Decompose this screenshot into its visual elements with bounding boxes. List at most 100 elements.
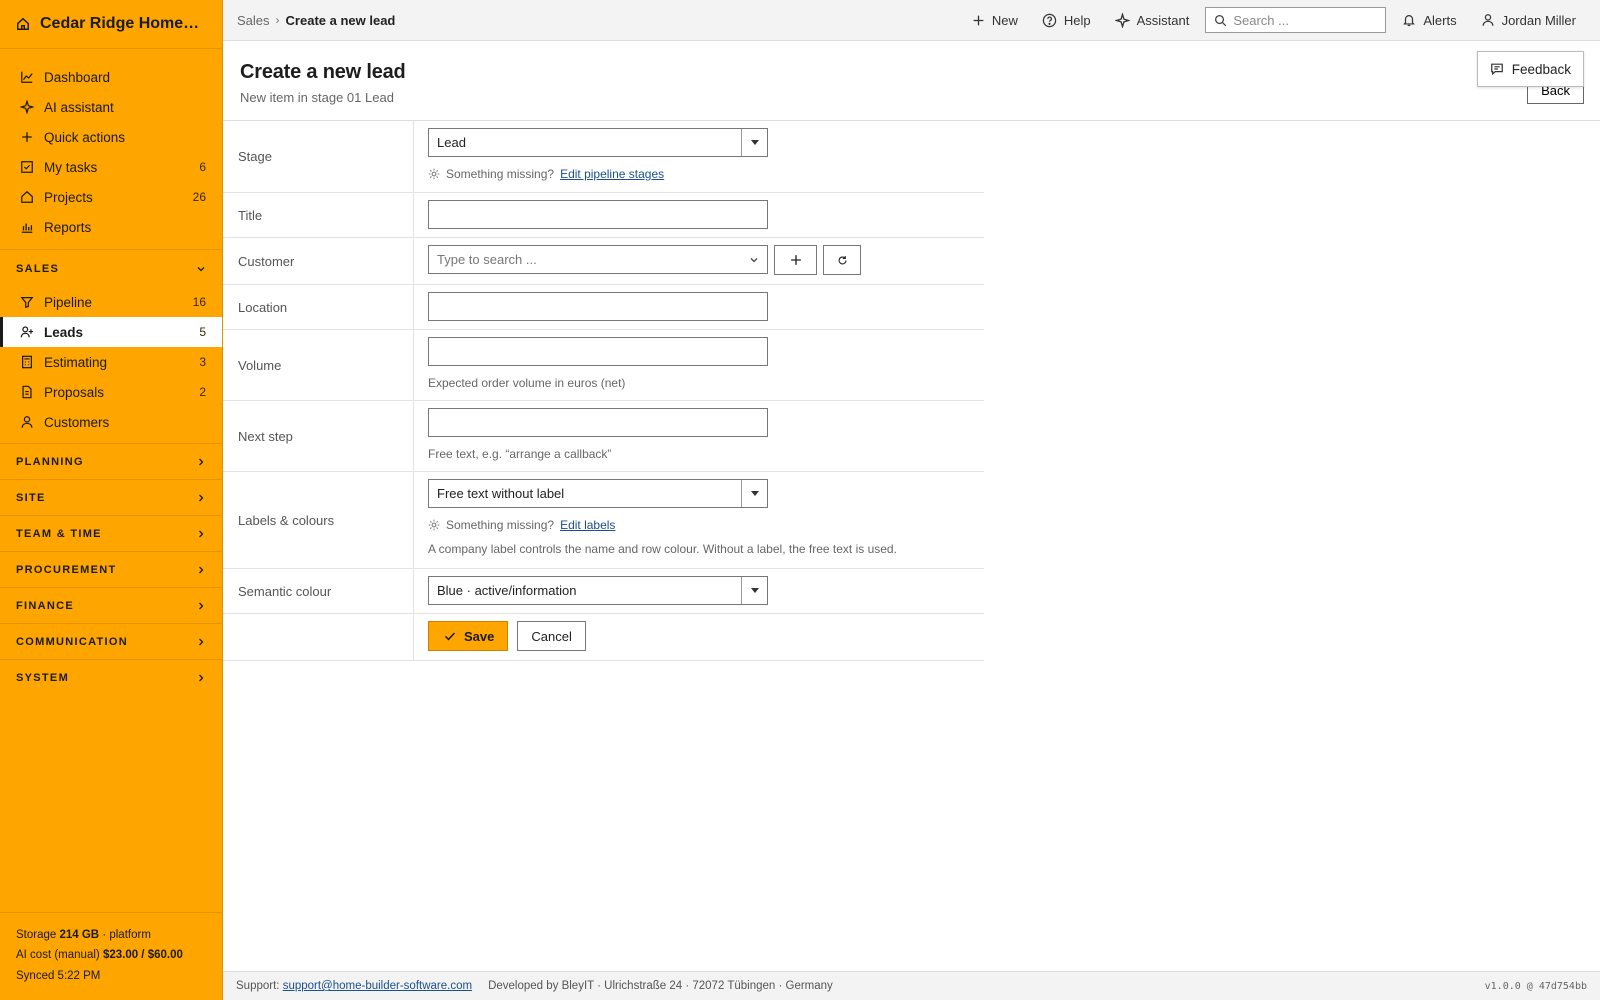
refresh-customers-button[interactable] — [823, 245, 861, 275]
volume-label: Volume — [223, 330, 414, 400]
chat-icon — [1490, 62, 1504, 76]
breadcrumb-parent[interactable]: Sales — [237, 13, 270, 28]
section-toggle-site[interactable]: SITE — [0, 479, 222, 515]
volume-control: Expected order volume in euros (net) — [414, 330, 984, 400]
section-title: SITE — [16, 491, 46, 504]
bell-icon — [1402, 13, 1416, 27]
section-toggle-team-time[interactable]: TEAM & TIME — [0, 515, 222, 551]
stage-hint: Something missing? Edit pipeline stages — [428, 167, 970, 181]
sidebar-item-projects[interactable]: Projects 26 — [0, 182, 222, 212]
customer-placeholder: Type to search ... — [437, 252, 537, 267]
check-icon — [444, 630, 456, 642]
search-input[interactable] — [1233, 12, 1374, 28]
sidebar-item-reports[interactable]: Reports — [0, 212, 222, 242]
refresh-icon — [837, 255, 848, 266]
storage-label: Storage — [16, 928, 57, 941]
edit-pipeline-stages-link[interactable]: Edit pipeline stages — [560, 167, 664, 181]
alerts-button[interactable]: Alerts — [1390, 0, 1468, 41]
gear-icon — [428, 168, 440, 180]
storage-suffix: · platform — [102, 928, 151, 941]
stage-select[interactable]: Lead — [428, 128, 768, 157]
sidebar-item-leads[interactable]: Leads 5 — [0, 317, 222, 347]
support-label: Support: — [236, 980, 280, 992]
chevron-right-icon — [196, 565, 206, 575]
checkbox-icon — [20, 160, 34, 174]
sparkle-icon — [20, 100, 34, 114]
location-label: Location — [223, 285, 414, 329]
stage-label: Stage — [223, 121, 414, 192]
search-box[interactable] — [1205, 7, 1387, 33]
sidebar-item-estimating[interactable]: Estimating 3 — [0, 347, 222, 377]
calculator-icon — [20, 355, 34, 369]
feedback-button[interactable]: Feedback — [1476, 51, 1584, 87]
save-button[interactable]: Save — [428, 621, 509, 651]
title-input[interactable] — [428, 200, 768, 229]
chevron-right-icon — [196, 601, 206, 611]
stage-row: Stage Lead Something missing? Edit pipel… — [223, 121, 984, 193]
volume-row: Volume Expected order volume in euros (n… — [223, 330, 984, 401]
sidebar-item-label: Customers — [44, 414, 110, 430]
semantic-colour-row: Semantic colour Blue · active/informatio… — [223, 569, 984, 614]
count-badge: 2 — [199, 385, 206, 399]
semantic-colour-select[interactable]: Blue · active/information — [428, 576, 768, 605]
sidebar-item-ai-assistant[interactable]: AI assistant — [0, 92, 222, 122]
stage-value: Lead — [437, 135, 466, 150]
sidebar-item-customers[interactable]: Customers — [0, 407, 222, 437]
save-label: Save — [464, 628, 495, 644]
sidebar-item-proposals[interactable]: Proposals 2 — [0, 377, 222, 407]
assistant-button[interactable]: Assistant — [1103, 0, 1202, 41]
section-toggle-planning[interactable]: PLANNING — [0, 443, 222, 479]
sidebar-item-pipeline[interactable]: Pipeline 16 — [0, 287, 222, 317]
location-row: Location — [223, 285, 984, 330]
sidebar-item-dashboard[interactable]: Dashboard — [0, 62, 222, 92]
document-icon — [20, 385, 34, 399]
sidebar-item-label: Leads — [44, 324, 84, 340]
edit-labels-link[interactable]: Edit labels — [560, 518, 615, 532]
chevron-right-icon — [196, 529, 206, 539]
section-toggle-system[interactable]: SYSTEM — [0, 659, 222, 695]
sidebar: Cedar Ridge Homes L... Dashboard AI assi… — [0, 0, 223, 1000]
next-step-note: Free text, e.g. “arrange a callback” — [428, 447, 612, 461]
semantic-colour-label: Semantic colour — [223, 569, 414, 613]
labels-hint-text: Something missing? — [446, 518, 555, 532]
labels-label: Labels & colours — [223, 472, 414, 568]
home-icon — [20, 190, 34, 204]
ai-cost-value: $23.00 / $60.00 — [102, 949, 183, 961]
sidebar-item-label: Dashboard — [44, 69, 111, 85]
section-toggle-procurement[interactable]: PROCUREMENT — [0, 551, 222, 587]
storage-value: 214 GB — [59, 928, 100, 941]
sidebar-item-quick-actions[interactable]: Quick actions — [0, 122, 222, 152]
help-button[interactable]: Help — [1030, 0, 1103, 41]
volume-input[interactable] — [428, 337, 768, 366]
main-nav: Dashboard AI assistant Quick actions My … — [0, 49, 222, 242]
customer-combobox[interactable]: Type to search ... — [428, 245, 768, 274]
home-icon — [16, 17, 30, 31]
user-menu[interactable]: Jordan Miller — [1469, 0, 1586, 41]
caret-down-icon — [741, 480, 767, 507]
breadcrumb: Sales › Create a new lead — [237, 13, 395, 28]
section-toggle-communication[interactable]: COMMUNICATION — [0, 623, 222, 659]
brand[interactable]: Cedar Ridge Homes L... — [0, 0, 222, 49]
new-button[interactable]: New — [960, 0, 1030, 41]
search-icon — [1214, 14, 1227, 27]
section-toggle-finance[interactable]: FINANCE — [0, 587, 222, 623]
cancel-button[interactable]: Cancel — [517, 621, 586, 651]
caret-down-icon — [741, 129, 767, 156]
support-email-link[interactable]: support@home-builder-software.com — [283, 980, 472, 992]
page-footer: Support: support@home-builder-software.c… — [223, 971, 1600, 1000]
location-control — [414, 285, 984, 329]
sidebar-item-label: Quick actions — [44, 129, 126, 145]
sidebar-item-my-tasks[interactable]: My tasks 6 — [0, 152, 222, 182]
customer-row: Customer Type to search ... — [223, 238, 984, 285]
add-customer-button[interactable] — [774, 245, 817, 275]
semantic-colour-control: Blue · active/information — [414, 569, 984, 613]
next-step-control: Free text, e.g. “arrange a callback” — [414, 401, 984, 471]
next-step-row: Next step Free text, e.g. “arrange a cal… — [223, 401, 984, 472]
next-step-input[interactable] — [428, 408, 768, 437]
labels-select[interactable]: Free text without label — [428, 479, 768, 508]
location-input[interactable] — [428, 292, 768, 321]
section-title: SALES — [16, 262, 60, 275]
section-toggle-sales[interactable]: SALES — [0, 249, 222, 287]
section-title: COMMUNICATION — [16, 635, 129, 648]
labels-hint: Something missing? Edit labels — [428, 518, 970, 532]
